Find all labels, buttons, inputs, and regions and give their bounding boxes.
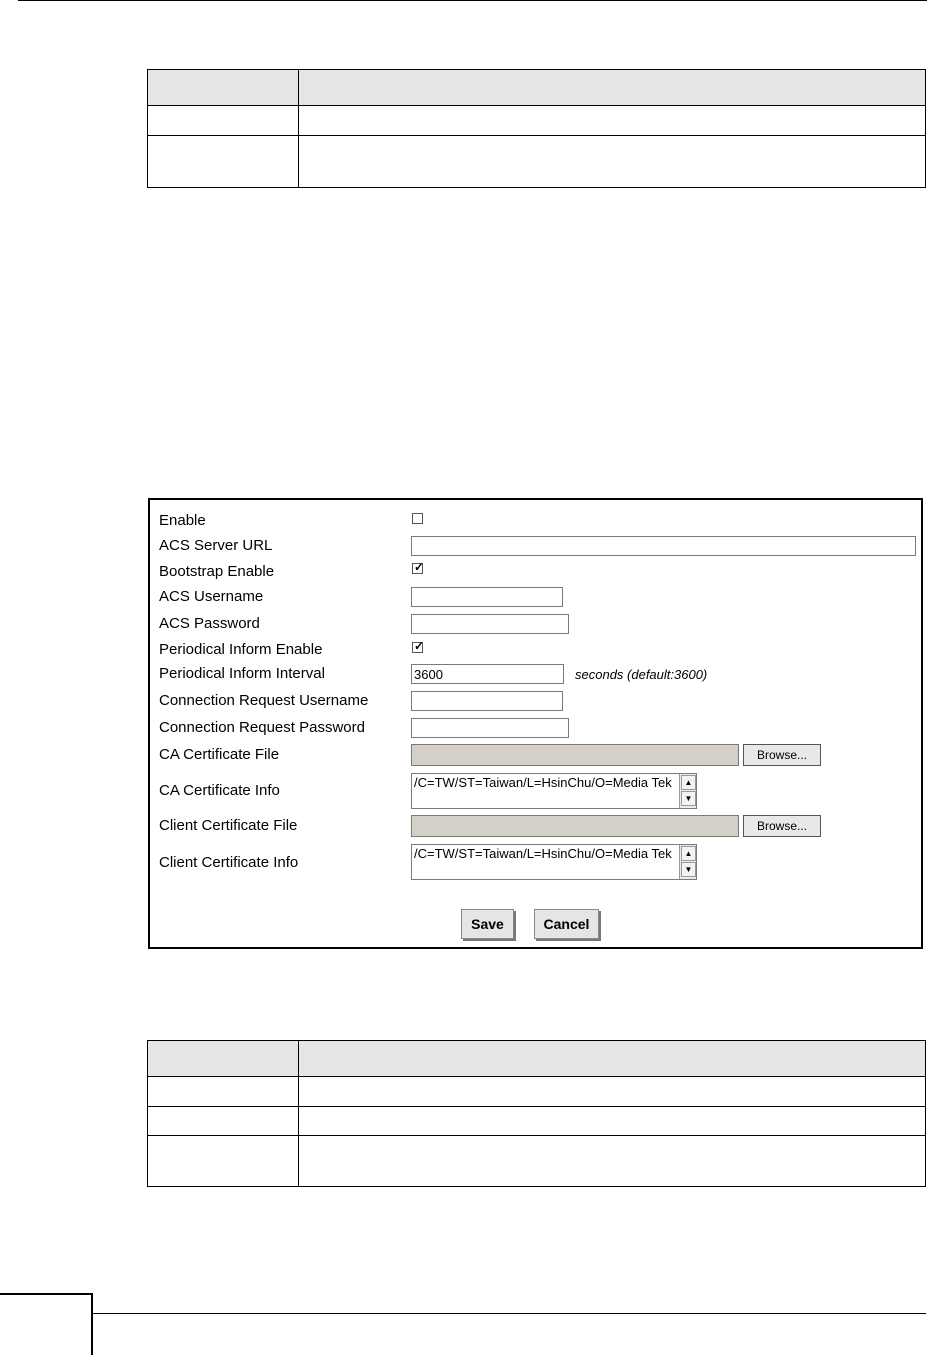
page-number-box <box>0 1293 93 1355</box>
acs-password-label: ACS Password <box>159 615 260 632</box>
table-cell <box>148 1107 299 1135</box>
client-certificate-info-label: Client Certificate Info <box>159 854 299 871</box>
acs-server-url-input[interactable] <box>411 536 916 556</box>
table-header-row <box>148 1041 925 1076</box>
table-cell <box>148 1041 299 1076</box>
table-row <box>148 135 925 187</box>
table-row <box>148 1106 925 1135</box>
client-certificate-file-label: Client Certificate File <box>159 817 298 834</box>
scroll-up-icon[interactable]: ▲ <box>681 775 696 790</box>
table-cell <box>299 106 925 135</box>
client-certificate-info-text: /C=TW/ST=Taiwan/L=HsinChu/O=Media Tek <box>414 846 672 861</box>
header-rule <box>18 0 927 1</box>
check-icon: ✓ <box>414 639 425 653</box>
acs-username-input[interactable] <box>411 587 563 607</box>
tr069-form-screenshot: Enable ACS Server URL Bootstrap Enable ✓… <box>148 498 923 949</box>
top-table <box>147 69 926 188</box>
ca-certificate-info-textarea[interactable]: /C=TW/ST=Taiwan/L=HsinChu/O=Media Tek ▲ … <box>411 773 697 809</box>
ca-certificate-browse-button[interactable]: Browse... <box>743 744 821 766</box>
connection-request-password-label: Connection Request Password <box>159 719 365 736</box>
acs-username-label: ACS Username <box>159 588 264 605</box>
ca-certificate-info-text: /C=TW/ST=Taiwan/L=HsinChu/O=Media Tek <box>414 775 672 790</box>
periodical-inform-enable-checkbox[interactable]: ✓ <box>412 639 425 653</box>
table-header-row <box>148 70 925 105</box>
table-cell <box>299 1041 925 1076</box>
periodical-inform-interval-input[interactable] <box>411 664 564 684</box>
table-cell <box>148 136 299 187</box>
table-cell <box>299 1077 925 1106</box>
table-cell <box>148 70 299 105</box>
scroll-down-icon[interactable]: ▼ <box>681 862 696 877</box>
acs-password-input[interactable] <box>411 614 569 634</box>
table-cell <box>299 70 925 105</box>
periodical-inform-interval-label: Periodical Inform Interval <box>159 665 325 682</box>
scroll-down-icon[interactable]: ▼ <box>681 791 696 806</box>
check-icon: ✓ <box>414 560 425 574</box>
ca-certificate-file-input[interactable] <box>411 744 739 766</box>
table-cell <box>148 1136 299 1186</box>
periodical-inform-enable-label: Periodical Inform Enable <box>159 641 323 658</box>
enable-checkbox[interactable] <box>412 513 423 524</box>
client-certificate-file-input[interactable] <box>411 815 739 837</box>
bootstrap-enable-label: Bootstrap Enable <box>159 563 275 580</box>
bootstrap-enable-checkbox[interactable]: ✓ <box>412 560 425 574</box>
cancel-button[interactable]: Cancel <box>534 909 599 939</box>
ca-certificate-file-label: CA Certificate File <box>159 746 280 763</box>
client-certificate-info-scrollbar[interactable]: ▲ ▼ <box>679 845 696 879</box>
interval-hint: seconds (default:3600) <box>575 667 708 682</box>
table-row <box>148 1076 925 1106</box>
ca-certificate-info-label: CA Certificate Info <box>159 782 280 799</box>
table-cell <box>299 1107 925 1135</box>
table-cell <box>299 136 925 187</box>
connection-request-username-label: Connection Request Username <box>159 692 369 709</box>
footer-rule <box>93 1313 926 1314</box>
ca-certificate-info-scrollbar[interactable]: ▲ ▼ <box>679 774 696 808</box>
table-row <box>148 105 925 135</box>
save-button[interactable]: Save <box>461 909 514 939</box>
client-certificate-info-textarea[interactable]: /C=TW/ST=Taiwan/L=HsinChu/O=Media Tek ▲ … <box>411 844 697 880</box>
enable-label: Enable <box>159 512 206 529</box>
scroll-up-icon[interactable]: ▲ <box>681 846 696 861</box>
table-cell <box>148 106 299 135</box>
table-row <box>148 1135 925 1186</box>
connection-request-password-input[interactable] <box>411 718 569 738</box>
table-cell <box>299 1136 925 1186</box>
connection-request-username-input[interactable] <box>411 691 563 711</box>
table-cell <box>148 1077 299 1106</box>
acs-server-url-label: ACS Server URL <box>159 537 273 554</box>
client-certificate-browse-button[interactable]: Browse... <box>743 815 821 837</box>
bottom-table <box>147 1040 926 1187</box>
